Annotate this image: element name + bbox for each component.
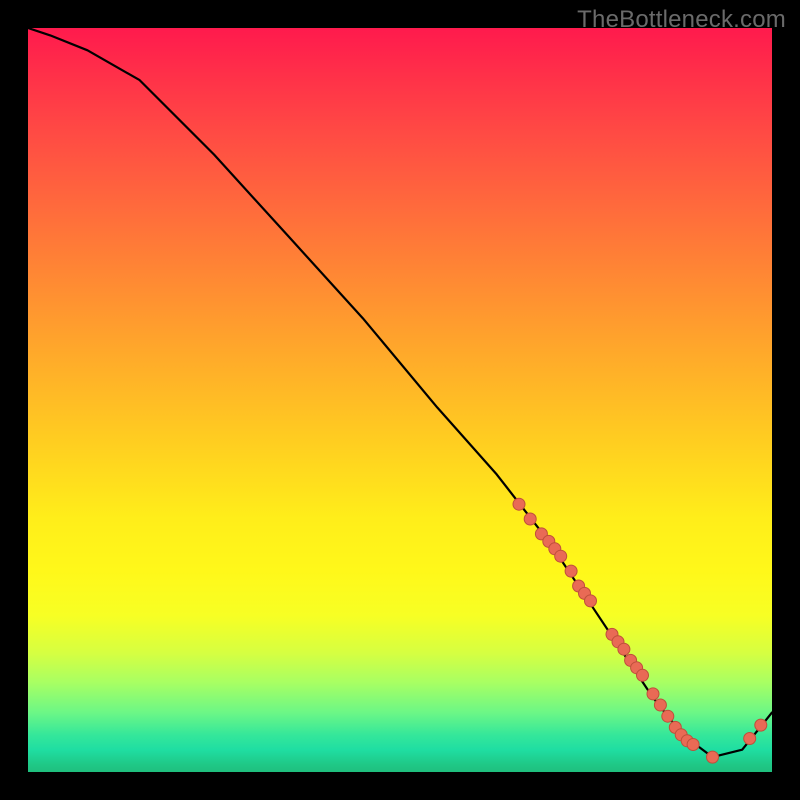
- marker-dot: [637, 669, 649, 681]
- marker-dot: [707, 751, 719, 763]
- marker-dot: [618, 643, 630, 655]
- marker-dot: [744, 733, 756, 745]
- marker-dot: [565, 565, 577, 577]
- marker-dot: [524, 513, 536, 525]
- marker-dot: [662, 710, 674, 722]
- marker-dot: [585, 595, 597, 607]
- marker-dot: [654, 699, 666, 711]
- marker-dots-group: [513, 498, 767, 763]
- marker-dot: [647, 688, 659, 700]
- marker-dot: [687, 739, 699, 751]
- plot-area: [28, 28, 772, 772]
- chart-frame: TheBottleneck.com: [0, 0, 800, 800]
- marker-dot: [555, 550, 567, 562]
- bottleneck-curve: [28, 28, 772, 757]
- marker-dot: [755, 719, 767, 731]
- marker-dot: [513, 498, 525, 510]
- chart-svg: [28, 28, 772, 772]
